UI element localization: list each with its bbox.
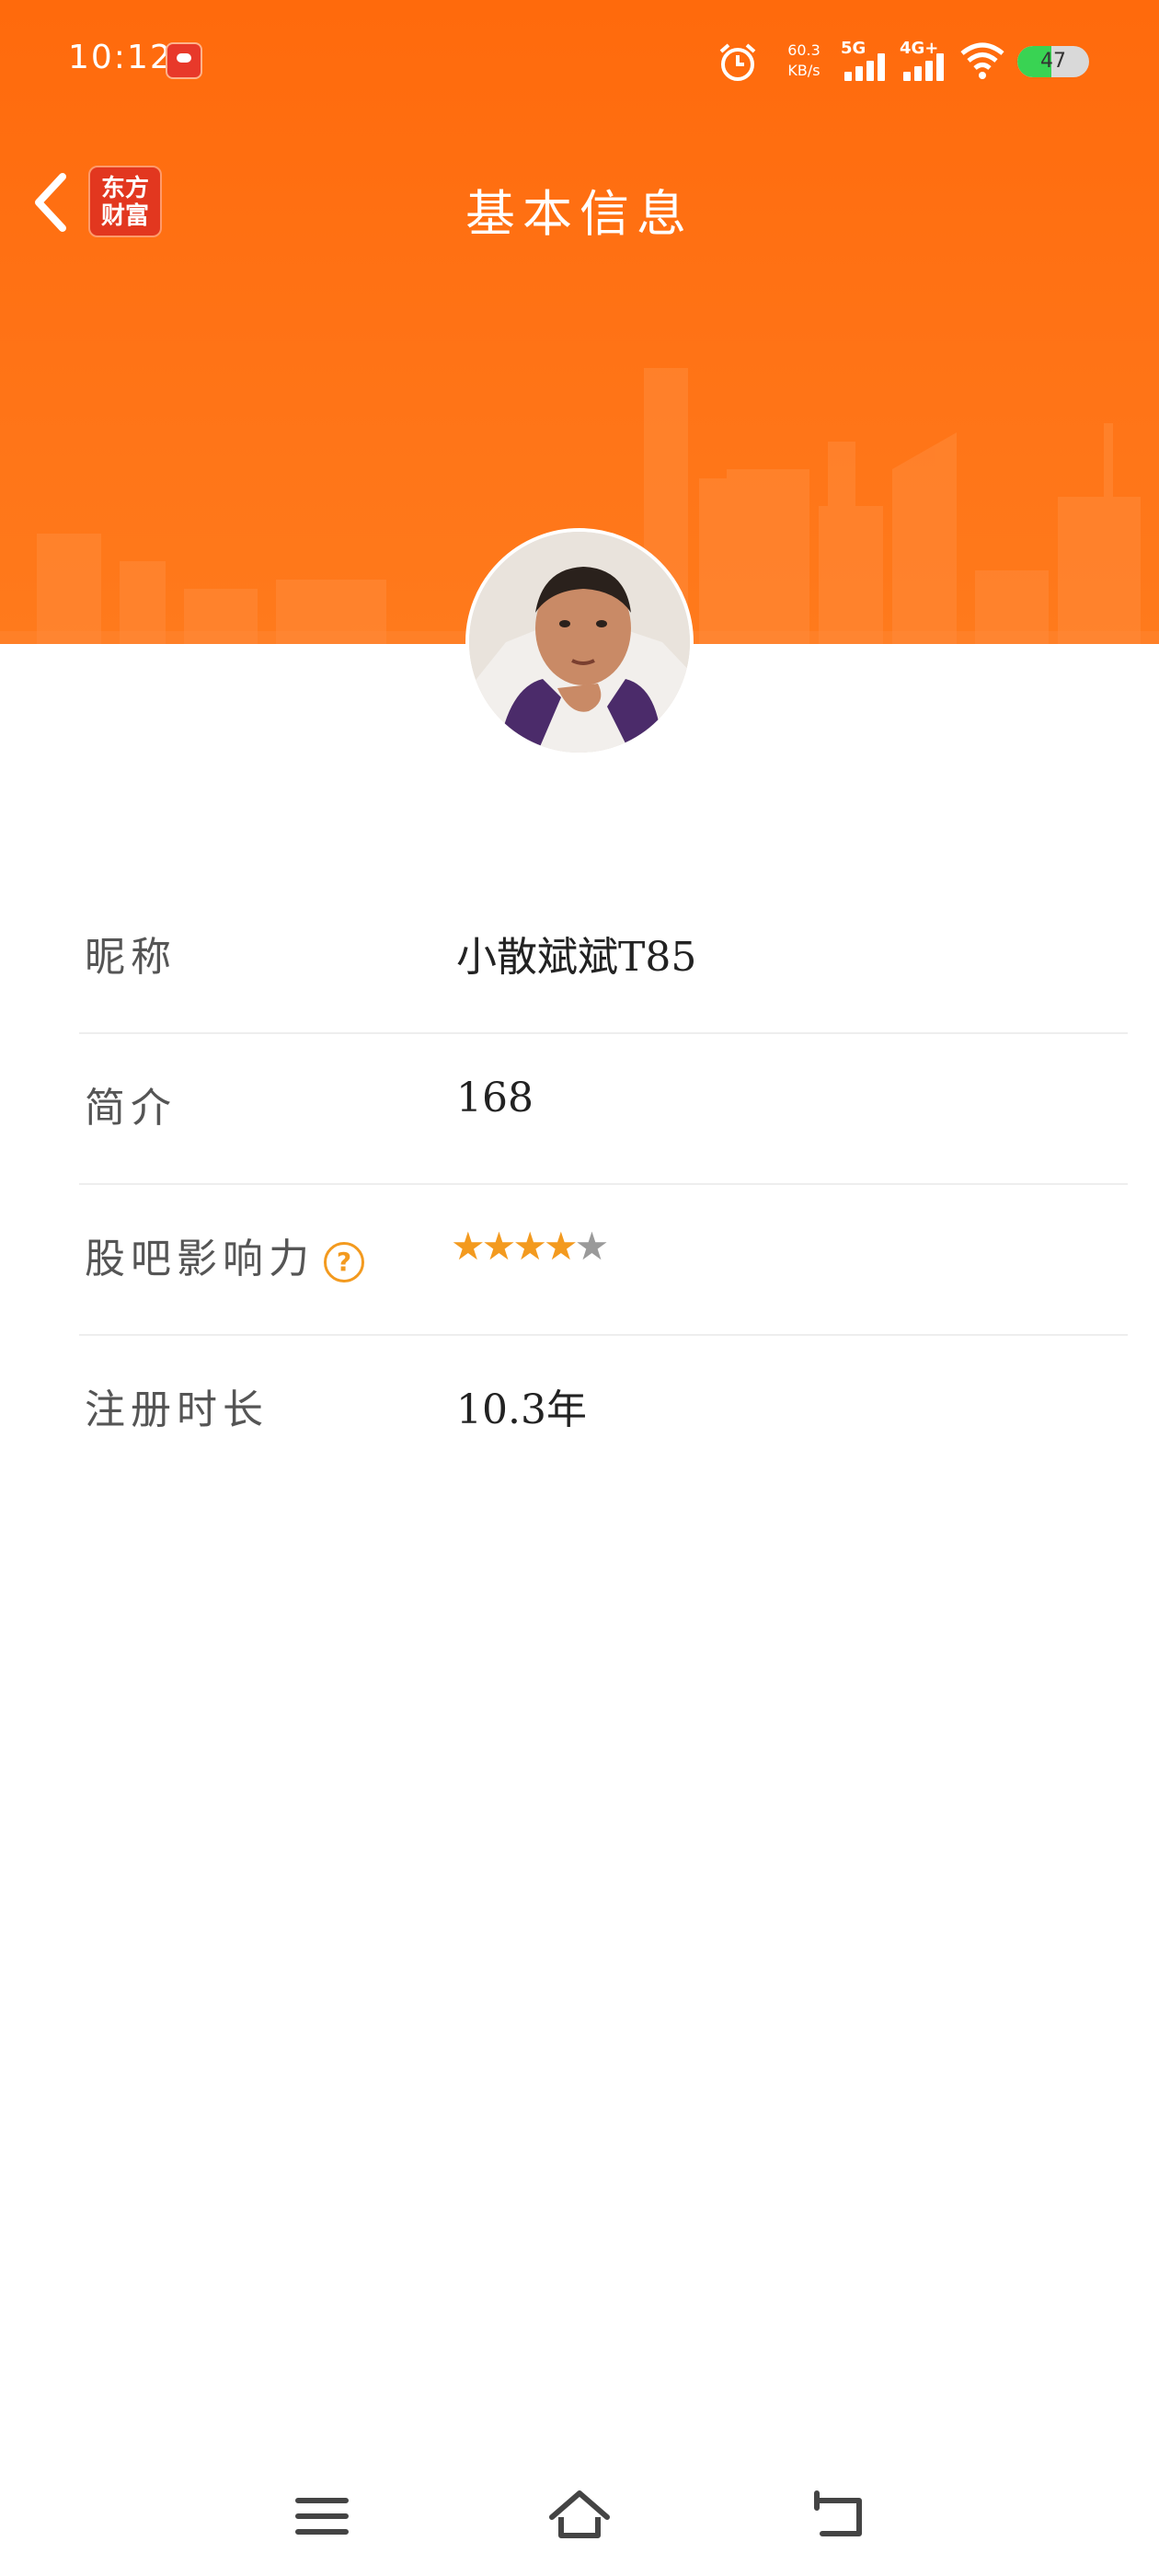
- influence-label: 股吧影响力?: [85, 1225, 364, 1284]
- battery-icon: 47: [1017, 46, 1089, 77]
- influence-row: 股吧影响力? ★★★★★: [79, 1185, 1128, 1336]
- status-bar: 10:12 60.3 KB/s 5G 4G+ 47: [0, 0, 1159, 120]
- registration-row: 注册时长 10.3年: [79, 1336, 1128, 1485]
- back-icon[interactable]: [802, 2484, 876, 2548]
- status-time: 10:12: [68, 39, 173, 76]
- bio-label: 简介: [85, 1085, 177, 1132]
- signal-4g-label: 4G+: [900, 39, 939, 58]
- home-icon[interactable]: [543, 2484, 616, 2548]
- star-icon: ★: [512, 1224, 547, 1269]
- help-icon[interactable]: ?: [324, 1241, 364, 1282]
- star-icon: ★: [543, 1224, 579, 1269]
- signal-5g-icon: 5G: [841, 39, 892, 85]
- network-speed-unit: KB/s: [787, 62, 820, 79]
- wifi-icon: [960, 42, 1004, 79]
- network-speed-value: 60.3: [787, 41, 820, 59]
- avatar[interactable]: [465, 528, 694, 756]
- battery-level: 47: [1040, 50, 1066, 73]
- registration-value: 10.3年: [456, 1386, 587, 1433]
- influence-label-text: 股吧影响力: [85, 1236, 315, 1282]
- page-title: 基本信息: [465, 185, 694, 243]
- influence-rating: ★★★★★: [451, 1224, 610, 1269]
- signal-5g-label: 5G: [841, 39, 866, 58]
- nickname-value: 小散斌斌T85: [456, 934, 697, 981]
- network-speed: 60.3 KB/s: [784, 40, 824, 81]
- avatar-photo: [469, 532, 690, 753]
- star-icon: ★: [481, 1224, 517, 1269]
- system-navigation-bar: [0, 2447, 1159, 2576]
- signal-4g-icon: 4G+: [900, 39, 951, 85]
- alarm-icon: [719, 43, 756, 81]
- star-icon: ★: [451, 1224, 486, 1269]
- star-empty-icon: ★: [574, 1224, 610, 1269]
- app-notification-icon: [166, 42, 202, 79]
- nickname-label: 昵称: [85, 934, 177, 981]
- bio-row[interactable]: 简介 168: [79, 1034, 1128, 1185]
- menu-icon[interactable]: [285, 2484, 359, 2548]
- nickname-row[interactable]: 昵称 小散斌斌T85: [79, 883, 1128, 1034]
- profile-info-list: 昵称 小散斌斌T85 简介 168 股吧影响力? ★★★★★ 注册时长 10.3…: [79, 883, 1128, 1485]
- bio-value: 168: [456, 1075, 534, 1121]
- registration-label: 注册时长: [85, 1386, 269, 1433]
